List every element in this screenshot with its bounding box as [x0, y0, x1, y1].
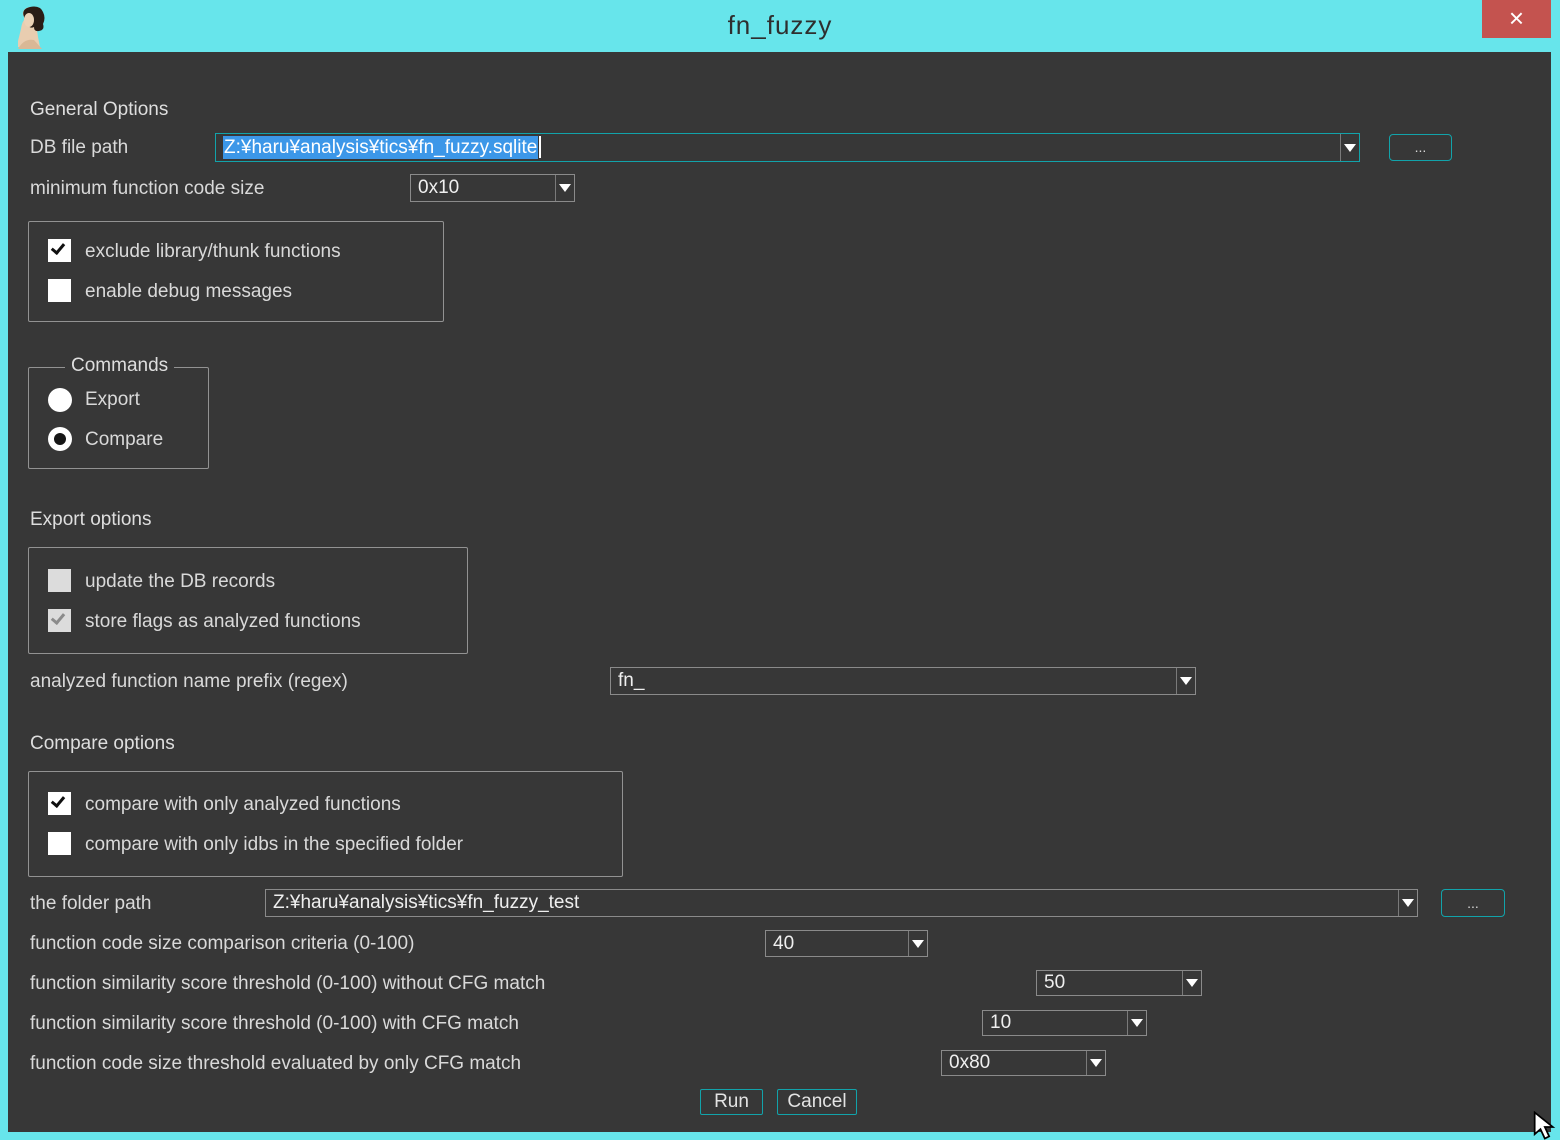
prefix-value[interactable]: fn_ — [611, 670, 1176, 692]
export-options-heading: Export options — [30, 509, 151, 531]
code-size-criteria-dropdown[interactable]: 40 — [765, 930, 928, 957]
size-threshold-cfg-dropdown[interactable]: 0x80 — [941, 1050, 1106, 1076]
commands-group: Commands — [28, 367, 209, 469]
title-bar[interactable]: fn_fuzzy × — [0, 0, 1560, 52]
size-threshold-cfg-value: 0x80 — [942, 1052, 1086, 1074]
export-radio-label[interactable]: Export — [85, 389, 140, 411]
chevron-down-icon — [1180, 677, 1192, 685]
min-code-size-value: 0x10 — [411, 177, 555, 199]
store-flags-label[interactable]: store flags as analyzed functions — [85, 611, 361, 633]
db-file-path-label: DB file path — [30, 137, 128, 159]
compare-analyzed-checkbox[interactable] — [48, 792, 71, 815]
similarity-dropdown-button[interactable] — [1182, 971, 1201, 995]
check-icon — [51, 610, 65, 625]
similarity-without-cfg-label: function similarity score threshold (0-1… — [30, 973, 545, 995]
mouse-cursor — [1533, 1111, 1560, 1140]
chevron-down-icon — [1186, 979, 1198, 987]
enable-debug-label[interactable]: enable debug messages — [85, 281, 292, 303]
prefix-label: analyzed function name prefix (regex) — [30, 671, 348, 693]
similarity-with-cfg-dropdown[interactable]: 10 — [982, 1010, 1147, 1036]
export-radio[interactable] — [48, 388, 72, 412]
compare-analyzed-label[interactable]: compare with only analyzed functions — [85, 794, 401, 816]
compare-idbs-checkbox[interactable] — [48, 832, 71, 855]
folder-path-dropdown-button[interactable] — [1398, 890, 1417, 916]
compare-radio[interactable] — [48, 427, 72, 451]
similarity-without-cfg-value: 50 — [1037, 972, 1182, 994]
folder-path-value[interactable]: Z:¥haru¥analysis¥tics¥fn_fuzzy_test — [266, 892, 1398, 914]
db-file-path-combobox[interactable]: Z:¥haru¥analysis¥tics¥fn_fuzzy.sqlite — [215, 133, 1360, 162]
folder-path-combobox[interactable]: Z:¥haru¥analysis¥tics¥fn_fuzzy_test — [265, 889, 1418, 917]
general-options-heading: General Options — [30, 99, 168, 121]
chevron-down-icon — [559, 184, 571, 192]
similarity-cfg-dropdown-button[interactable] — [1127, 1011, 1146, 1035]
exclude-library-checkbox[interactable] — [48, 239, 71, 262]
db-path-browse-button[interactable]: ... — [1389, 134, 1452, 161]
chevron-down-icon — [912, 940, 924, 948]
db-file-path-value[interactable]: Z:¥haru¥analysis¥tics¥fn_fuzzy.sqlite — [216, 136, 1340, 158]
min-code-size-dropdown[interactable]: 0x10 — [410, 174, 575, 202]
exclude-library-label[interactable]: exclude library/thunk functions — [85, 241, 341, 263]
radio-dot — [54, 433, 66, 445]
criteria-dropdown-button[interactable] — [908, 931, 927, 956]
compare-idbs-label[interactable]: compare with only idbs in the specified … — [85, 834, 463, 856]
update-db-label[interactable]: update the DB records — [85, 571, 275, 593]
compare-radio-label[interactable]: Compare — [85, 429, 163, 451]
text-caret — [539, 136, 541, 158]
enable-debug-checkbox[interactable] — [48, 279, 71, 302]
prefix-dropdown-button[interactable] — [1176, 668, 1195, 694]
check-icon — [51, 240, 65, 255]
chevron-down-icon — [1131, 1019, 1143, 1027]
size-threshold-dropdown-button[interactable] — [1086, 1051, 1105, 1075]
general-checkbox-group — [28, 221, 444, 322]
similarity-with-cfg-value: 10 — [983, 1012, 1127, 1034]
min-code-size-label: minimum function code size — [30, 178, 264, 200]
prefix-combobox[interactable]: fn_ — [610, 667, 1196, 695]
compare-options-heading: Compare options — [30, 733, 175, 755]
compare-checkbox-group — [28, 771, 623, 877]
similarity-with-cfg-label: function similarity score threshold (0-1… — [30, 1013, 519, 1035]
update-db-checkbox[interactable] — [48, 569, 71, 592]
commands-legend: Commands — [65, 355, 174, 377]
check-icon — [51, 793, 65, 808]
cancel-button[interactable]: Cancel — [777, 1089, 857, 1115]
db-path-dropdown-button[interactable] — [1340, 134, 1359, 161]
code-size-criteria-label: function code size comparison criteria (… — [30, 933, 414, 955]
window-title: fn_fuzzy — [0, 10, 1560, 41]
code-size-criteria-value: 40 — [766, 933, 908, 955]
folder-path-browse-button[interactable]: ... — [1441, 889, 1505, 917]
export-checkbox-group — [28, 547, 468, 654]
chevron-down-icon — [1344, 144, 1356, 152]
similarity-without-cfg-dropdown[interactable]: 50 — [1036, 970, 1202, 996]
run-button[interactable]: Run — [700, 1089, 763, 1115]
close-button[interactable]: × — [1482, 0, 1551, 38]
folder-path-label: the folder path — [30, 893, 151, 915]
store-flags-checkbox[interactable] — [48, 609, 71, 632]
chevron-down-icon — [1402, 899, 1414, 907]
min-code-size-dropdown-button[interactable] — [555, 175, 574, 201]
size-threshold-cfg-label: function code size threshold evaluated b… — [30, 1053, 521, 1075]
chevron-down-icon — [1090, 1059, 1102, 1067]
